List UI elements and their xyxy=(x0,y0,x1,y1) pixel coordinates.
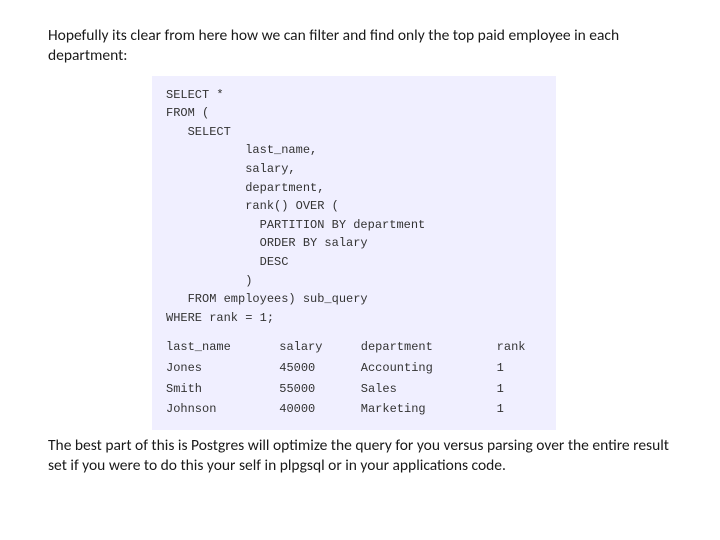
code-line: WHERE rank = 1; xyxy=(166,309,542,328)
code-line: last_name, xyxy=(166,141,542,160)
code-line: rank() OVER ( xyxy=(166,197,542,216)
code-line: FROM ( xyxy=(166,104,542,123)
col-rank: rank xyxy=(497,337,542,358)
page: Hopefully its clear from here how we can… xyxy=(0,0,720,475)
cell-department: Accounting xyxy=(361,358,497,379)
code-line: salary, xyxy=(166,160,542,179)
col-department: department xyxy=(361,337,497,358)
cell-department: Sales xyxy=(361,379,497,400)
cell-salary: 55000 xyxy=(279,379,361,400)
cell-last-name: Smith xyxy=(166,379,279,400)
sql-code-block: SELECT * FROM ( SELECT last_name, salary… xyxy=(152,76,556,430)
code-line: PARTITION BY department xyxy=(166,216,542,235)
cell-salary: 40000 xyxy=(279,399,361,420)
code-line: SELECT * xyxy=(166,86,542,105)
code-line: ORDER BY salary xyxy=(166,234,542,253)
code-line: DESC xyxy=(166,253,542,272)
table-row: Smith 55000 Sales 1 xyxy=(166,379,542,400)
cell-rank: 1 xyxy=(497,358,542,379)
code-line: ) xyxy=(166,272,542,291)
results-table: last_name salary department rank Jones 4… xyxy=(166,337,542,419)
table-row: Jones 45000 Accounting 1 xyxy=(166,358,542,379)
code-line: FROM employees) sub_query xyxy=(166,290,542,309)
col-salary: salary xyxy=(279,337,361,358)
intro-paragraph: Hopefully its clear from here how we can… xyxy=(48,26,672,66)
table-header-row: last_name salary department rank xyxy=(166,337,542,358)
col-last-name: last_name xyxy=(166,337,279,358)
cell-rank: 1 xyxy=(497,399,542,420)
cell-department: Marketing xyxy=(361,399,497,420)
cell-rank: 1 xyxy=(497,379,542,400)
outro-paragraph: The best part of this is Postgres will o… xyxy=(48,436,672,476)
table-row: Johnson 40000 Marketing 1 xyxy=(166,399,542,420)
cell-last-name: Jones xyxy=(166,358,279,379)
cell-salary: 45000 xyxy=(279,358,361,379)
cell-last-name: Johnson xyxy=(166,399,279,420)
code-line: SELECT xyxy=(166,123,542,142)
code-line: department, xyxy=(166,179,542,198)
